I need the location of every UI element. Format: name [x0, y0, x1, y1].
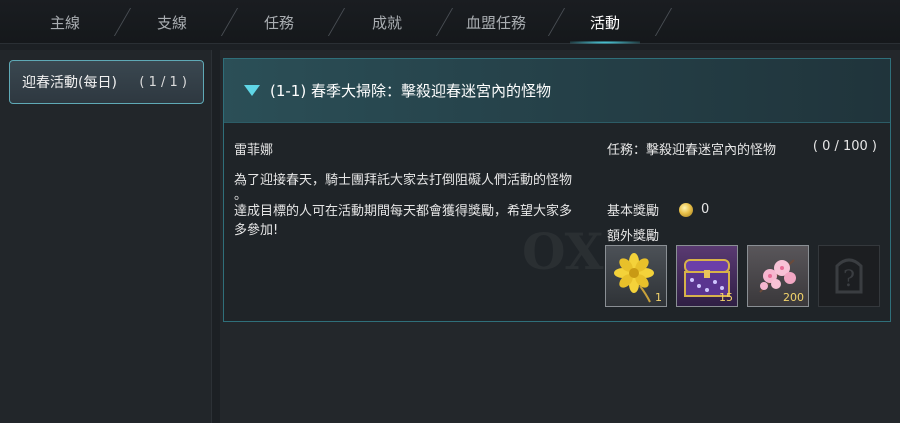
task-objective: 任務：擊殺迎春迷宮內的怪物 ( 0 / 100 ) — [607, 139, 877, 158]
category-item-spring-event[interactable]: 迎春活動(每日) ( 1 / 1 ) — [9, 60, 204, 104]
reward-slot[interactable]: 15 — [676, 245, 738, 307]
basic-reward-value: 0 — [701, 202, 710, 217]
quest-header[interactable]: (1-1) 春季大掃除：擊殺迎春迷宮內的怪物 — [224, 59, 890, 123]
reward-quantity: 15 — [719, 291, 733, 304]
tab-achievement[interactable]: 成就 — [342, 0, 432, 44]
description-line: 。 — [234, 188, 248, 203]
svg-text:?: ? — [843, 267, 855, 292]
reward-slot[interactable]: ? — [818, 245, 880, 307]
quest-card: (1-1) 春季大掃除：擊殺迎春迷宮內的怪物 雷菲娜 為了迎接春天，騎士團拜託大… — [223, 58, 891, 322]
reward-slot[interactable]: 1 — [605, 245, 667, 307]
basic-reward-label: 基本獎勵 — [607, 204, 660, 219]
tab-clan-quest[interactable]: 血盟任務 — [448, 0, 544, 44]
collapse-triangle-icon — [244, 85, 260, 96]
task-label: 任務：擊殺迎春迷宮內的怪物 — [607, 143, 777, 158]
svg-text:OX: OX — [522, 222, 604, 281]
tab-side-quest[interactable]: 支線 — [127, 0, 217, 44]
quest-title: (1-1) 春季大掃除：擊殺迎春迷宮內的怪物 — [270, 82, 551, 100]
category-label: 迎春活動(每日) — [22, 75, 117, 91]
reward-slot[interactable]: 200 — [747, 245, 809, 307]
description-line: 為了迎接春天，騎士團拜託大家去打倒阻礙人們活動的怪物 — [234, 173, 573, 188]
reward-quantity: 1 — [655, 291, 662, 304]
category-count: ( 1 / 1 ) — [139, 74, 187, 90]
category-panel: 迎春活動(每日) ( 1 / 1 ) — [0, 50, 212, 423]
quest-detail-panel: (1-1) 春季大掃除：擊殺迎春迷宮內的怪物 雷菲娜 為了迎接春天，騎士團拜託大… — [220, 50, 900, 423]
tab-bar: 主線 支線 任務 成就 血盟任務 活動 — [0, 0, 900, 44]
tab-mission[interactable]: 任務 — [234, 0, 324, 44]
basic-reward: 基本獎勵 0 — [607, 200, 709, 219]
tab-divider — [654, 8, 673, 36]
tab-main-quest[interactable]: 主線 — [20, 0, 110, 44]
npc-name: 雷菲娜 — [234, 143, 274, 158]
reward-quantity: 200 — [783, 291, 804, 304]
extra-reward-label: 額外獎勵 — [607, 229, 660, 244]
locked-mystery-icon: ? — [835, 258, 863, 294]
watermark-logo: OX — [514, 209, 614, 299]
task-progress: ( 0 / 100 ) — [812, 139, 877, 154]
tab-event[interactable]: 活動 — [560, 0, 650, 44]
gold-coin-icon — [679, 202, 694, 217]
